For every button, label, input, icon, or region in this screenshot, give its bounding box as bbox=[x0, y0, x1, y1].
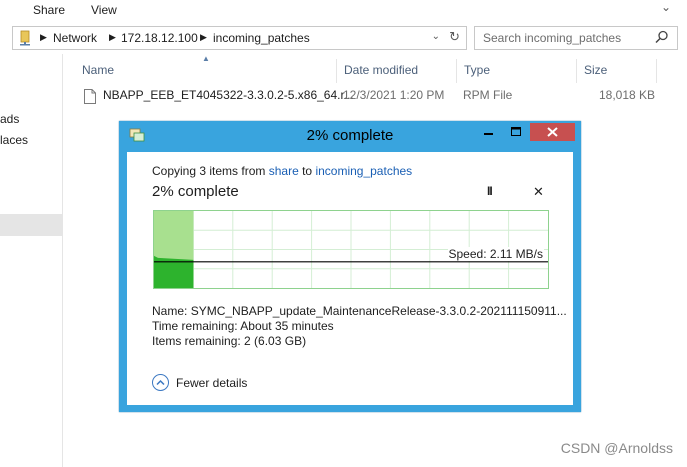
column-header-size[interactable]: Size bbox=[576, 59, 656, 83]
tab-view[interactable]: View bbox=[91, 3, 117, 17]
detail-time-value: About 35 minutes bbox=[240, 319, 334, 333]
tab-share[interactable]: Share bbox=[33, 3, 65, 17]
fewer-details-button[interactable]: Fewer details bbox=[152, 374, 252, 394]
tab-home-partial[interactable] bbox=[2, 3, 8, 17]
watermark: CSDN @Arnoldss bbox=[560, 440, 673, 456]
breadcrumb-network[interactable]: Network bbox=[53, 31, 97, 45]
chevron-up-icon bbox=[156, 379, 165, 386]
breadcrumb-ip[interactable]: 172.18.12.100 bbox=[121, 31, 198, 45]
network-folder-icon bbox=[20, 30, 30, 46]
maximize-button[interactable] bbox=[503, 123, 529, 141]
minimize-button[interactable] bbox=[475, 123, 502, 141]
column-divider[interactable] bbox=[656, 59, 657, 83]
maximize-icon bbox=[511, 127, 521, 136]
detail-name-label: Name: bbox=[152, 304, 188, 318]
column-header-type[interactable]: Type bbox=[456, 59, 576, 83]
speed-graph: Speed: 2.11 MB/s bbox=[153, 210, 549, 289]
pause-icon[interactable]: II bbox=[487, 184, 493, 198]
nav-item-selected[interactable] bbox=[0, 214, 62, 236]
magnifier-icon[interactable] bbox=[655, 30, 669, 44]
close-button[interactable] bbox=[530, 123, 575, 141]
detail-name: Name: SYMC_NBAPP_update_MaintenanceRelea… bbox=[152, 304, 567, 318]
breadcrumb-incoming-patches[interactable]: incoming_patches bbox=[213, 31, 310, 45]
file-icon bbox=[84, 89, 96, 104]
breadcrumb-separator-icon[interactable]: ▶ bbox=[200, 32, 207, 43]
ribbon-expand-icon[interactable]: ⌄ bbox=[661, 0, 671, 14]
navigation-pane: ads laces bbox=[0, 54, 63, 467]
column-name-label: Name bbox=[82, 63, 115, 77]
collapse-chevron-icon bbox=[152, 374, 169, 391]
copy-summary-prefix: Copying 3 items from bbox=[152, 164, 269, 178]
source-link[interactable]: share bbox=[269, 164, 299, 178]
detail-items: Items remaining: 2 (6.03 GB) bbox=[152, 334, 306, 348]
file-type: RPM File bbox=[463, 88, 513, 102]
detail-time-label: Time remaining: bbox=[152, 319, 238, 333]
address-bar[interactable]: ▶ Network ▶ 172.18.12.100 ▶ incoming_pat… bbox=[12, 26, 467, 50]
close-icon bbox=[547, 127, 558, 137]
breadcrumb-separator-icon[interactable]: ▶ bbox=[109, 32, 116, 43]
file-name[interactable]: NBAPP_EEB_ET4045322-3.3.0.2-5.x86_64.r..… bbox=[103, 88, 354, 102]
column-date-label: Date modified bbox=[344, 63, 419, 77]
dialog-content: Copying 3 items from share to incoming_p… bbox=[127, 152, 573, 405]
breadcrumb-separator-icon[interactable]: ▶ bbox=[40, 32, 47, 43]
minimize-icon bbox=[484, 133, 493, 135]
copy-progress-dialog: 2% complete Copying 3 items from share t… bbox=[119, 121, 581, 412]
ribbon: Share View ⌄ bbox=[0, 0, 687, 20]
percent-complete: 2% complete bbox=[152, 183, 239, 200]
dialog-title-bar[interactable]: 2% complete bbox=[119, 121, 581, 151]
refresh-icon[interactable]: ↻ bbox=[449, 29, 460, 45]
nav-item-recent-places[interactable]: laces bbox=[0, 133, 28, 147]
search-input[interactable] bbox=[483, 30, 653, 46]
detail-name-value: SYMC_NBAPP_update_MaintenanceRelease-3.3… bbox=[190, 304, 567, 318]
detail-time: Time remaining: About 35 minutes bbox=[152, 319, 334, 333]
cancel-copy-icon[interactable]: ✕ bbox=[533, 184, 544, 200]
ribbon-edge-icon bbox=[2, 4, 8, 14]
speed-area bbox=[154, 255, 194, 288]
search-box[interactable] bbox=[474, 26, 678, 50]
sort-ascending-icon: ▲ bbox=[202, 54, 210, 63]
speed-label: Speed: 2.11 MB/s bbox=[447, 247, 544, 261]
detail-items-label: Items remaining: bbox=[152, 334, 241, 348]
destination-link[interactable]: incoming_patches bbox=[315, 164, 412, 178]
column-header-date[interactable]: Date modified bbox=[336, 59, 456, 83]
column-size-label: Size bbox=[584, 63, 608, 77]
file-date: 12/3/2021 1:20 PM bbox=[343, 88, 445, 102]
file-size: 18,018 KB bbox=[599, 88, 656, 102]
column-type-label: Type bbox=[464, 63, 491, 77]
address-dropdown-icon[interactable]: ⌄ bbox=[432, 31, 440, 42]
copy-summary-to: to bbox=[298, 164, 316, 178]
detail-items-value: 2 (6.03 GB) bbox=[244, 334, 307, 348]
fewer-details-label: Fewer details bbox=[176, 376, 248, 390]
copy-summary: Copying 3 items from share to incoming_p… bbox=[152, 164, 412, 178]
nav-item-downloads[interactable]: ads bbox=[0, 112, 19, 126]
